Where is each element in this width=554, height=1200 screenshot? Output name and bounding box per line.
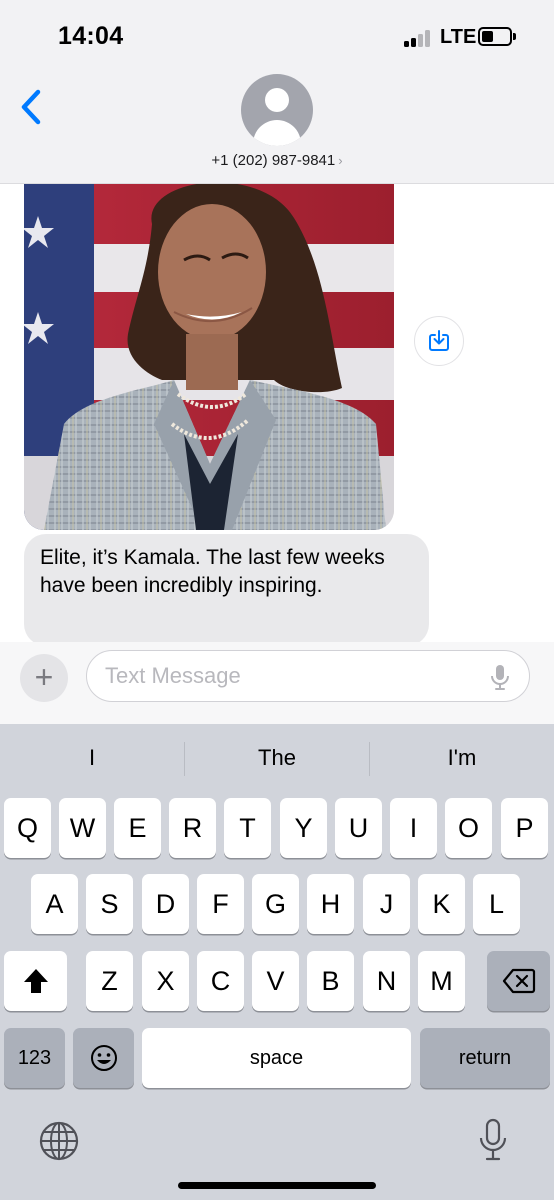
space-key[interactable]: space [142,1028,411,1088]
key-d[interactable]: D [142,874,189,934]
key-g[interactable]: G [252,874,299,934]
key-c[interactable]: C [197,951,244,1011]
composer-bar: + [0,642,554,724]
dictation-microphone-icon[interactable] [478,1118,508,1164]
battery-icon [478,27,512,46]
signal-icon [404,29,434,47]
save-image-button[interactable] [414,316,464,366]
delete-icon [502,968,535,994]
delete-key[interactable] [487,951,550,1011]
key-b[interactable]: B [307,951,354,1011]
status-time: 14:04 [58,22,124,50]
key-y[interactable]: Y [280,798,327,858]
key-x[interactable]: X [142,951,189,1011]
portrait-photo [24,184,394,530]
contact-number: +1 (202) 987-9841 [211,152,336,169]
conversation-header: +1 (202) 987-9841 › [0,70,554,184]
home-indicator[interactable] [178,1182,376,1189]
key-p[interactable]: P [501,798,548,858]
key-f[interactable]: F [197,874,244,934]
key-j[interactable]: J [363,874,410,934]
emoji-icon [90,1045,117,1071]
suggestion-3[interactable]: I'm [370,738,554,778]
numbers-key[interactable]: 123 [4,1028,65,1088]
key-z[interactable]: Z [86,951,133,1011]
download-icon [429,330,449,351]
key-h[interactable]: H [307,874,354,934]
key-e[interactable]: E [114,798,161,858]
key-r[interactable]: R [169,798,216,858]
incoming-message-bubble[interactable]: Elite, it’s Kamala. The last few weeks h… [24,534,429,646]
key-o[interactable]: O [445,798,492,858]
contact-avatar-icon[interactable] [241,74,313,146]
chevron-right-icon: › [338,153,343,168]
suggestion-2[interactable]: The [185,738,369,778]
key-w[interactable]: W [59,798,106,858]
keyboard: I The I'm Q W E R T Y U I O P A S D F G … [0,724,554,1200]
message-field[interactable] [86,650,530,702]
shift-key[interactable] [4,951,67,1011]
back-chevron-icon[interactable] [16,86,50,128]
plus-icon[interactable]: + [20,654,68,702]
message-input[interactable] [105,660,475,692]
suggestion-1[interactable]: I [0,738,184,778]
return-key[interactable]: return [420,1028,550,1088]
key-s[interactable]: S [86,874,133,934]
key-a[interactable]: A [31,874,78,934]
status-bar: 14:04 LTE [0,0,554,70]
key-m[interactable]: M [418,951,465,1011]
key-n[interactable]: N [363,951,410,1011]
key-q[interactable]: Q [4,798,51,858]
key-u[interactable]: U [335,798,382,858]
key-k[interactable]: K [418,874,465,934]
key-l[interactable]: L [473,874,520,934]
photo-message[interactable] [24,184,394,530]
contact-name-button[interactable]: +1 (202) 987-9841 › [0,152,554,169]
key-t[interactable]: T [224,798,271,858]
network-type: LTE [440,26,477,48]
microphone-icon[interactable] [489,663,511,691]
emoji-key[interactable] [73,1028,134,1088]
key-i[interactable]: I [390,798,437,858]
battery-cap [513,33,516,40]
key-v[interactable]: V [252,951,299,1011]
shift-icon [23,969,48,993]
globe-icon[interactable] [38,1120,80,1162]
